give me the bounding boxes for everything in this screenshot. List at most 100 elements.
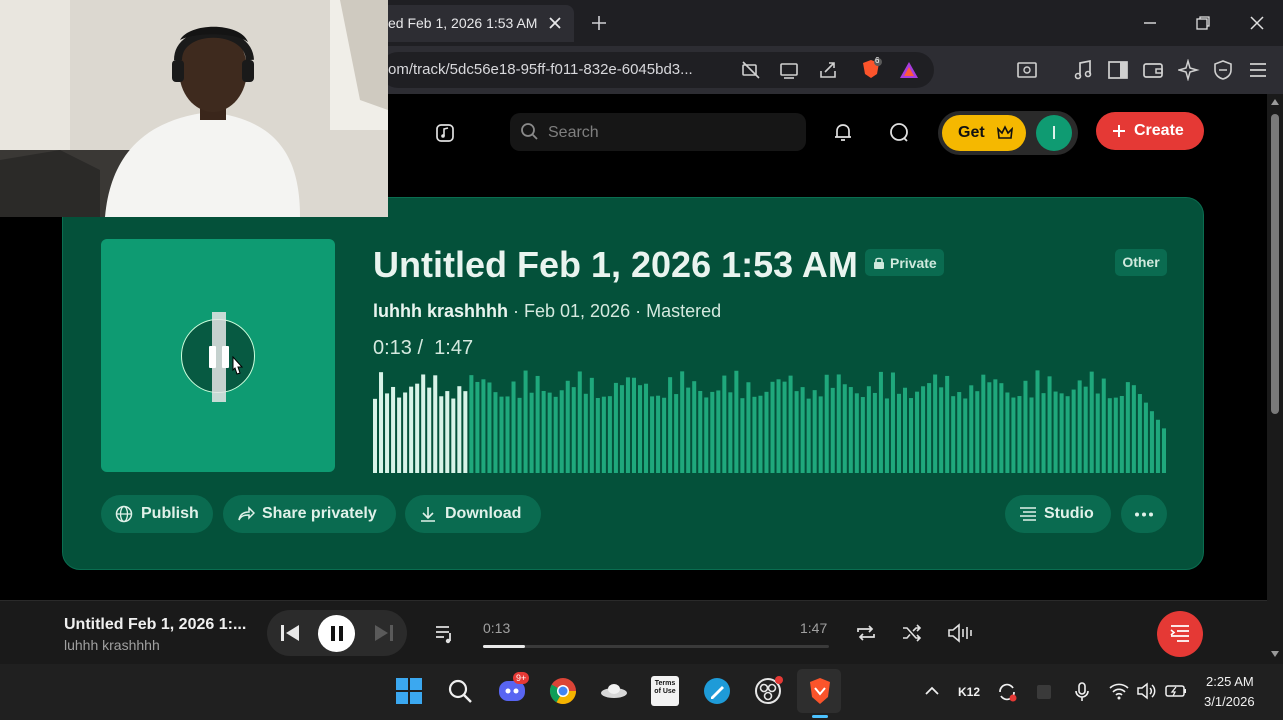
speaker-icon[interactable] xyxy=(1137,682,1157,700)
studio-button[interactable]: Studio xyxy=(1005,495,1111,533)
page-scrollbar[interactable] xyxy=(1267,94,1283,664)
crown-icon xyxy=(996,125,1014,139)
chat-icon[interactable] xyxy=(888,121,910,143)
ufo-app-icon[interactable] xyxy=(599,676,629,706)
waveform-bar xyxy=(529,392,534,473)
restore-icon[interactable] xyxy=(1194,14,1212,32)
wifi-icon[interactable] xyxy=(1109,682,1129,700)
more-options-button[interactable] xyxy=(1121,495,1167,533)
microphone-icon[interactable] xyxy=(1072,681,1092,703)
waveform-bar xyxy=(638,385,643,473)
waveform-bar xyxy=(589,377,594,473)
waveform-bar xyxy=(915,391,920,473)
queue-list-icon[interactable] xyxy=(434,623,456,645)
progress-bar[interactable] xyxy=(483,645,829,648)
waveform-bar xyxy=(1119,395,1124,473)
create-button[interactable]: Create xyxy=(1096,112,1204,150)
tray-chevron-icon[interactable] xyxy=(924,684,940,698)
clock-time[interactable]: 2:25 AM xyxy=(1206,674,1254,689)
waveform-bar xyxy=(716,390,721,473)
minimize-icon[interactable] xyxy=(1141,14,1159,32)
share-icon[interactable] xyxy=(817,59,839,81)
editor-app-icon[interactable] xyxy=(702,676,732,706)
bell-icon[interactable] xyxy=(832,121,854,143)
scroll-down-icon[interactable] xyxy=(1271,650,1279,658)
waveform-bar xyxy=(1011,397,1016,473)
player-artist[interactable]: luhhh krashhhh xyxy=(64,637,160,653)
get-pro-button[interactable]: Get xyxy=(942,115,1026,151)
player-pause-button[interactable] xyxy=(318,615,355,652)
share-privately-button[interactable]: Share privately xyxy=(223,495,396,533)
k12-tray[interactable]: K12 xyxy=(958,685,980,699)
waveform-bar xyxy=(884,398,889,473)
waveform-bar xyxy=(878,371,883,473)
waveform-bar xyxy=(583,393,588,473)
scroll-up-icon[interactable] xyxy=(1271,98,1279,106)
no-camera-icon[interactable] xyxy=(740,59,762,81)
waveform-bar xyxy=(782,381,787,473)
close-icon[interactable] xyxy=(546,14,564,32)
waveform-bar xyxy=(830,387,835,473)
wallet-icon[interactable] xyxy=(1142,59,1164,81)
waveform-bar xyxy=(758,395,763,473)
cover-pause-button[interactable] xyxy=(181,312,255,402)
window-close-icon[interactable] xyxy=(1248,14,1266,32)
waveform-bar xyxy=(505,396,510,473)
more-icon xyxy=(1135,512,1153,517)
waveform-bar xyxy=(650,396,655,473)
sync-icon[interactable] xyxy=(996,681,1018,703)
brave-browser-icon[interactable] xyxy=(805,676,835,706)
scroll-thumb[interactable] xyxy=(1271,114,1279,414)
battery-icon[interactable] xyxy=(1165,683,1187,699)
waveform-bar xyxy=(547,392,552,473)
music-icon[interactable] xyxy=(1072,59,1094,81)
private-badge[interactable]: Private xyxy=(865,249,944,276)
shuffle-icon[interactable] xyxy=(901,622,923,644)
waveform-bar xyxy=(644,383,649,473)
waveform-bar xyxy=(854,393,859,473)
queue-button[interactable] xyxy=(1157,611,1203,657)
download-button[interactable]: Download xyxy=(405,495,541,533)
library-icon[interactable] xyxy=(434,122,456,144)
artist-name[interactable]: luhhh krashhhh xyxy=(373,301,508,321)
waveform-bar xyxy=(445,391,450,473)
vpn-icon[interactable] xyxy=(1212,59,1234,81)
cover-art[interactable] xyxy=(101,239,335,472)
next-icon[interactable] xyxy=(374,624,394,642)
terms-of-use-app[interactable]: Terms of Use xyxy=(651,676,679,706)
brave-rewards-icon[interactable] xyxy=(898,59,920,81)
reader-icon[interactable] xyxy=(1016,59,1038,81)
webcam-overlay xyxy=(0,0,388,217)
chrome-icon[interactable] xyxy=(548,676,578,706)
search-input[interactable]: Search xyxy=(510,113,806,151)
waveform-bar xyxy=(595,397,600,473)
volume-icon[interactable] xyxy=(947,622,973,644)
genre-badge[interactable]: Other xyxy=(1115,249,1167,276)
repeat-icon[interactable] xyxy=(855,622,877,644)
publish-button[interactable]: Publish xyxy=(101,495,213,533)
sidebar-icon[interactable] xyxy=(1107,59,1129,81)
waveform-bar xyxy=(1131,385,1136,473)
windows-start-icon[interactable] xyxy=(394,676,424,706)
new-tab-icon[interactable] xyxy=(590,14,608,32)
track-title: Untitled Feb 1, 2026 1:53 AM xyxy=(373,244,858,285)
obs-icon[interactable] xyxy=(753,676,783,706)
cast-icon[interactable] xyxy=(778,59,800,81)
player-track-title[interactable]: Untitled Feb 1, 2026 1:... xyxy=(64,616,246,634)
previous-icon[interactable] xyxy=(280,624,300,642)
tray-app-icon[interactable] xyxy=(1034,682,1054,702)
menu-icon[interactable] xyxy=(1247,59,1269,81)
waveform-bar xyxy=(475,381,480,473)
address-bar[interactable]: om/track/5dc56e18-95ff-f011-832e-6045bd3… xyxy=(380,52,934,88)
waveform-bar xyxy=(1059,393,1064,473)
shield-count: 6 xyxy=(875,56,880,65)
clock-date[interactable]: 3/1/2026 xyxy=(1204,694,1255,709)
waveform-bar xyxy=(451,398,456,473)
waveform-bar xyxy=(818,396,823,473)
avatar[interactable]: I xyxy=(1036,115,1072,151)
waveform-bar xyxy=(511,381,516,473)
leo-ai-icon[interactable] xyxy=(1178,59,1200,81)
browser-tab[interactable]: ed Feb 1, 2026 1:53 AM xyxy=(380,5,574,42)
waveform[interactable] xyxy=(373,370,1168,473)
windows-search-icon[interactable] xyxy=(445,676,475,706)
